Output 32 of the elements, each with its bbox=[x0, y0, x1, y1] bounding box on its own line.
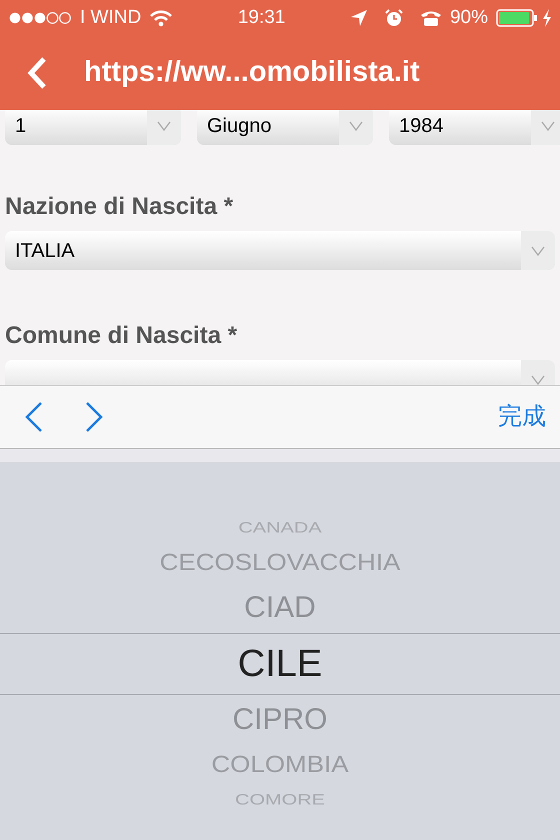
back-icon bbox=[26, 56, 48, 90]
location-icon bbox=[350, 9, 368, 27]
back-button[interactable] bbox=[26, 56, 48, 90]
caret-icon bbox=[348, 120, 364, 132]
field-label: Nazione di Nascita * bbox=[5, 192, 234, 222]
picker-option[interactable]: CIAD bbox=[244, 584, 316, 630]
alarm-icon bbox=[384, 8, 404, 28]
caret-icon bbox=[156, 120, 172, 132]
phone-icon bbox=[420, 9, 442, 27]
charging-icon bbox=[542, 9, 552, 27]
picker-option[interactable]: CIPRO bbox=[232, 696, 328, 742]
done-button[interactable]: 完成 bbox=[498, 399, 546, 435]
carrier-name: I WIND bbox=[80, 6, 142, 30]
dropdown-field[interactable]: ITALIA bbox=[5, 231, 555, 270]
signal-icon bbox=[8, 11, 72, 25]
next-button[interactable] bbox=[84, 401, 104, 433]
left-chevron-icon bbox=[24, 401, 44, 433]
caret-icon bbox=[530, 374, 546, 385]
date-select[interactable]: Giugno bbox=[197, 110, 373, 145]
date-select[interactable]: 1984 bbox=[389, 110, 560, 145]
page-address: https://ww...omobilista.it bbox=[84, 55, 420, 90]
battery-icon bbox=[496, 8, 538, 28]
picker-option[interactable]: CILE bbox=[238, 636, 322, 692]
date-select[interactable]: 1 bbox=[5, 110, 181, 145]
caret-icon bbox=[540, 120, 556, 132]
wifi-icon bbox=[149, 8, 174, 27]
right-chevron-icon bbox=[84, 401, 104, 433]
field-label: Comune di Nascita * bbox=[5, 321, 238, 351]
caret-icon bbox=[530, 244, 546, 256]
clock-time: 19:31 bbox=[238, 6, 286, 30]
previous-button[interactable] bbox=[24, 401, 44, 433]
battery-percent: 90% bbox=[450, 6, 488, 30]
